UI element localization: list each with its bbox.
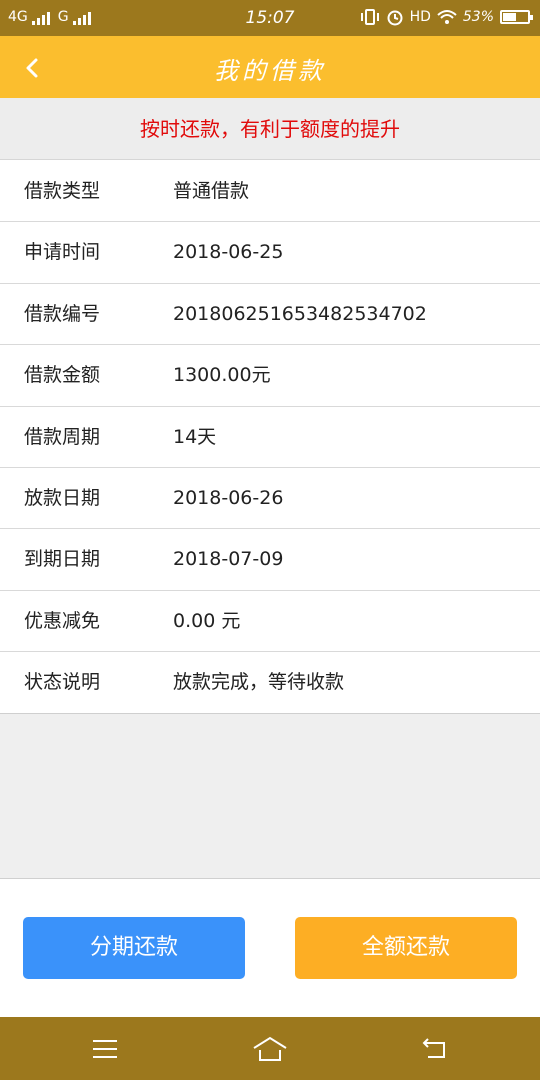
battery-fill xyxy=(503,13,516,21)
page-title: 我的借款 xyxy=(214,57,326,85)
detail-label: 申请时间 xyxy=(24,241,101,264)
detail-label: 借款类型 xyxy=(24,180,101,202)
system-nav-bar xyxy=(0,1017,540,1080)
detail-value: 2018-07-09 xyxy=(173,548,284,571)
detail-label: 状态说明 xyxy=(24,671,101,694)
detail-value: 0.00 元 xyxy=(173,609,241,632)
battery-icon xyxy=(500,10,533,24)
vibrate-icon xyxy=(360,9,379,25)
detail-value: 2018-06-25 xyxy=(173,241,284,264)
detail-row-loan-number: 借款编号 201806251653482534702 xyxy=(0,282,540,344)
detail-row-loan-amount: 借款金额 1300.00元 xyxy=(0,344,540,405)
menu-button[interactable] xyxy=(85,1033,125,1065)
detail-value: 201806251653482534702 xyxy=(173,302,427,325)
detail-row-discount: 优惠减免 0.00 元 xyxy=(0,589,540,651)
alarm-icon xyxy=(387,10,403,26)
detail-row-status: 状态说明 放款完成，等待收款 xyxy=(0,651,540,712)
detail-label: 到期日期 xyxy=(24,548,101,571)
detail-label: 借款编号 xyxy=(24,302,101,325)
detail-row-apply-time: 申请时间 2018-06-25 xyxy=(0,221,540,282)
repayment-notice: 按时还款，有利于额度的提升 xyxy=(0,98,540,160)
detail-value: 普通借款 xyxy=(173,180,250,202)
installment-repay-button[interactable]: 分期还款 xyxy=(23,917,245,979)
back-icon xyxy=(422,1038,445,1058)
battery-percent: 53% xyxy=(462,9,494,25)
loan-detail-list: 借款类型 普通借款 申请时间 2018-06-25 借款编号 201806251… xyxy=(0,160,540,714)
home-button[interactable] xyxy=(250,1033,290,1065)
status-bar: 4G G 15:07 HD 53% xyxy=(0,0,540,36)
hd-badge: HD xyxy=(409,9,431,25)
menu-icon xyxy=(93,1040,117,1058)
detail-value: 2018-06-26 xyxy=(173,486,284,509)
detail-label: 放款日期 xyxy=(24,486,101,509)
detail-row-loan-type: 借款类型 普通借款 xyxy=(0,160,540,221)
detail-value: 1300.00元 xyxy=(173,364,271,387)
action-footer: 分期还款 全额还款 xyxy=(0,878,540,1017)
app-header: 我的借款 xyxy=(0,36,540,98)
detail-value: 放款完成，等待收款 xyxy=(173,671,345,694)
full-repay-button[interactable]: 全额还款 xyxy=(295,917,517,979)
detail-row-due-date: 到期日期 2018-07-09 xyxy=(0,528,540,589)
status-icons: HD 53% xyxy=(360,8,533,26)
detail-row-loan-period: 借款周期 14天 xyxy=(0,405,540,467)
home-icon xyxy=(253,1036,287,1061)
detail-value: 14天 xyxy=(173,425,217,448)
detail-row-disburse-date: 放款日期 2018-06-26 xyxy=(0,466,540,528)
wifi-icon xyxy=(437,10,457,24)
back-nav-button[interactable] xyxy=(414,1033,454,1065)
detail-label: 借款金额 xyxy=(24,364,101,387)
detail-label: 优惠减免 xyxy=(24,609,101,632)
detail-label: 借款周期 xyxy=(24,425,101,448)
